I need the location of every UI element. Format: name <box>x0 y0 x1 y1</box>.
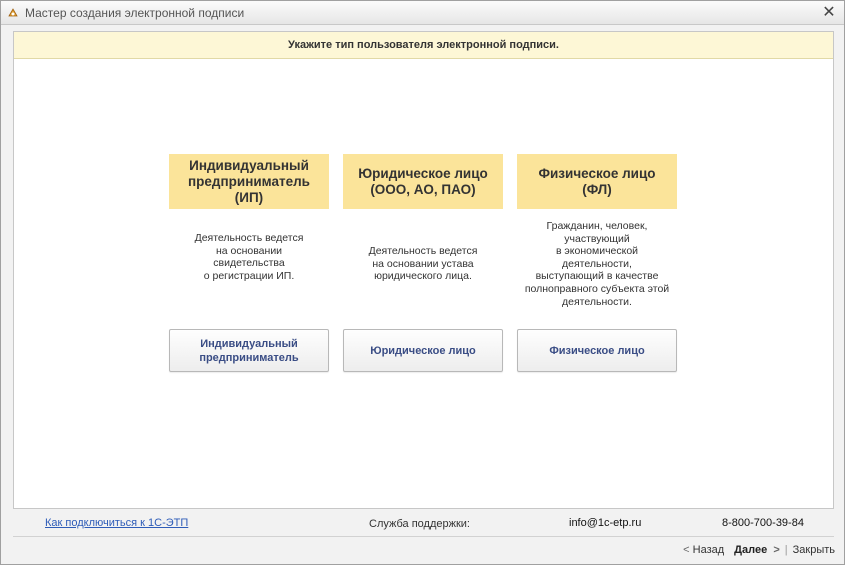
chevron-left-icon: < <box>683 544 690 556</box>
window-title: Мастер создания электронной подписи <box>25 6 245 20</box>
close-icon[interactable]: ✕ <box>820 4 838 22</box>
support-label: Служба поддержки: <box>369 518 470 530</box>
option-description-individual: Гражданин, человек, участвующий в эконом… <box>524 220 670 308</box>
support-email: info@1c-etp.ru <box>569 517 642 529</box>
option-header-ip: Индивидуальный предприниматель (ИП) <box>169 154 329 209</box>
select-individual-button[interactable]: Физическое лицо <box>517 329 677 372</box>
option-header-individual: Физическое лицо (ФЛ) <box>517 154 677 209</box>
next-label: Далее <box>734 544 768 556</box>
title-bar: Мастер создания электронной подписи ✕ <box>1 1 844 25</box>
chevron-right-icon: > <box>773 544 780 556</box>
option-header-legal-entity: Юридическое лицо (ООО, АО, ПАО) <box>343 154 503 209</box>
instruction-banner: Укажите тип пользователя электронной под… <box>14 32 833 59</box>
option-ip: Индивидуальный предприниматель (ИП) Деят… <box>169 154 329 372</box>
option-description-ip: Деятельность ведется на основании свидет… <box>194 232 304 282</box>
footer-divider <box>13 536 834 537</box>
close-button[interactable]: Закрыть <box>793 544 835 556</box>
support-phone: 8-800-700-39-84 <box>722 517 804 529</box>
how-to-connect-link[interactable]: Как подключиться к 1С-ЭТП <box>45 517 188 529</box>
wizard-navigation: < Назад Далее > | Закрыть <box>683 544 835 556</box>
back-button[interactable]: < Назад <box>683 544 724 556</box>
select-legal-entity-button[interactable]: Юридическое лицо <box>343 329 503 372</box>
select-ip-button[interactable]: Индивидуальный предприниматель <box>169 329 329 372</box>
nav-separator: | <box>784 544 788 556</box>
back-label: Назад <box>692 544 725 556</box>
wizard-window: Мастер создания электронной подписи ✕ Ук… <box>0 0 845 565</box>
next-button[interactable]: Далее > <box>734 544 780 556</box>
option-individual: Физическое лицо (ФЛ) Гражданин, человек,… <box>517 154 677 372</box>
option-legal-entity: Юридическое лицо (ООО, АО, ПАО) Деятельн… <box>343 154 503 372</box>
app-icon <box>8 8 18 17</box>
option-description-legal-entity: Деятельность ведется на основании устава… <box>368 245 478 283</box>
content-panel: Укажите тип пользователя электронной под… <box>13 31 834 509</box>
